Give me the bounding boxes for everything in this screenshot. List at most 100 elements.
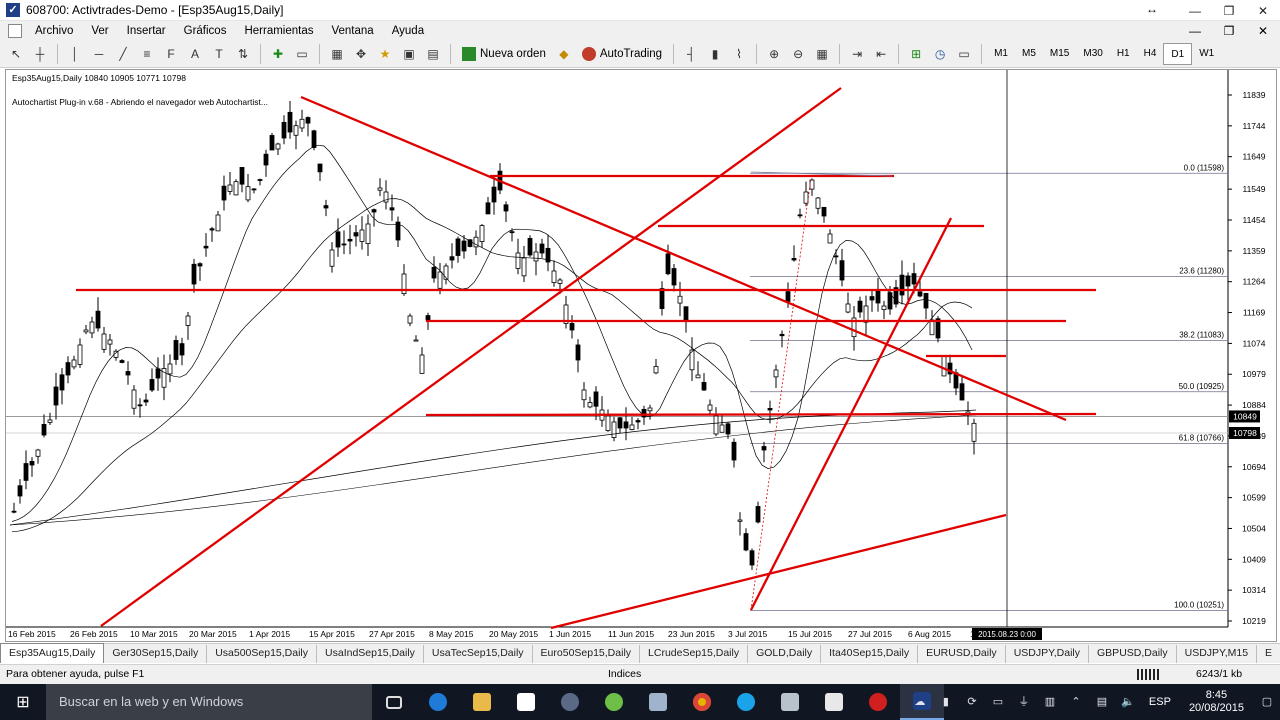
favorites-icon[interactable]: ★ xyxy=(374,43,396,65)
edge-icon[interactable] xyxy=(416,684,460,720)
timeframe-m1[interactable]: M1 xyxy=(987,43,1015,65)
record-icon[interactable] xyxy=(856,684,900,720)
action-center-icon[interactable]: ▢ xyxy=(1259,694,1275,710)
resize-arrows-icon[interactable]: ↔ xyxy=(1146,2,1158,16)
profiles-icon[interactable]: ▭ xyxy=(291,43,313,65)
timeframe-w1[interactable]: W1 xyxy=(1192,43,1221,65)
chart-tab[interactable]: GOLD,Daily xyxy=(748,645,822,663)
candle-body xyxy=(611,421,617,438)
sync-icon[interactable]: ⟳ xyxy=(964,694,980,710)
chart-tab[interactable]: EURUSD,Daily xyxy=(918,645,1006,663)
label-icon[interactable]: T xyxy=(208,43,230,65)
line-chart-icon[interactable]: ⌇ xyxy=(728,43,750,65)
maximize-button[interactable]: ❐ xyxy=(1212,0,1246,21)
candle-body xyxy=(263,153,269,166)
timeframe-m15[interactable]: M15 xyxy=(1043,43,1076,65)
trendline-icon[interactable]: ╱ xyxy=(112,43,134,65)
cursor-icon[interactable]: ↖ xyxy=(5,43,27,65)
search-input[interactable]: Buscar en la web y en Windows xyxy=(46,684,372,720)
calculator-icon[interactable] xyxy=(812,684,856,720)
auto-scroll-icon[interactable]: ⇥ xyxy=(846,43,868,65)
menu-herramientas[interactable]: Herramientas xyxy=(235,25,322,37)
chart-window[interactable]: 11839 11744 11649 11549 11454 11359 11264 11169… xyxy=(5,69,1277,642)
indicators-icon[interactable]: ⊞ xyxy=(905,43,927,65)
network-icon[interactable]: ▥ xyxy=(1042,694,1058,710)
periods-icon[interactable]: ◷ xyxy=(929,43,951,65)
chart-tab[interactable]: USDJPY,M15 xyxy=(1177,645,1258,663)
candle-body xyxy=(899,274,905,296)
chart-tab[interactable]: USDJPY,Daily xyxy=(1006,645,1090,663)
timeframe-m30[interactable]: M30 xyxy=(1076,43,1109,65)
terminal-icon[interactable]: ▣ xyxy=(398,43,420,65)
menu-ayuda[interactable]: Ayuda xyxy=(383,25,433,37)
task-view-icon[interactable] xyxy=(372,684,416,720)
chart-tab[interactable]: Ita40Sep15,Daily xyxy=(821,645,919,663)
channel-icon[interactable]: ≡ xyxy=(136,43,158,65)
chart-tab[interactable]: Euro50Sep15,Daily xyxy=(533,645,641,663)
crosshair-icon[interactable]: ┼ xyxy=(29,43,51,65)
volume-icon[interactable]: 🔈 xyxy=(1120,694,1136,710)
tester-icon[interactable]: ▤ xyxy=(422,43,444,65)
chart-tab[interactable]: UsaIndSep15,Daily xyxy=(317,645,424,663)
vpn-icon[interactable] xyxy=(548,684,592,720)
cloud-icon[interactable]: ☁ xyxy=(912,694,928,710)
templates-icon[interactable]: ▭ xyxy=(953,43,975,65)
bar-chart-icon[interactable]: ┤ xyxy=(680,43,702,65)
timeframe-h1[interactable]: H1 xyxy=(1110,43,1137,65)
xbox-icon[interactable] xyxy=(592,684,636,720)
chrome-icon[interactable] xyxy=(680,684,724,720)
store-icon[interactable] xyxy=(504,684,548,720)
close-button[interactable]: ✕ xyxy=(1246,0,1280,21)
arrows-icon[interactable]: ⇅ xyxy=(232,43,254,65)
metaeditor-icon[interactable]: ◆ xyxy=(553,43,575,65)
chart-tab[interactable]: Esp35Aug15,Daily xyxy=(0,643,105,663)
device-icon[interactable]: ▭ xyxy=(990,694,1006,710)
text-icon[interactable]: A xyxy=(184,43,206,65)
chart-tab[interactable]: Ger30Sep15,Daily xyxy=(104,645,208,663)
menu-archivo[interactable]: Archivo xyxy=(26,25,82,37)
document-icon[interactable] xyxy=(8,24,22,38)
language-indicator[interactable]: ESP xyxy=(1141,696,1179,708)
chart-minimize-button[interactable]: — xyxy=(1178,21,1212,41)
minimize-button[interactable]: — xyxy=(1178,0,1212,21)
chart-tab[interactable]: E xyxy=(1257,645,1280,663)
market-watch-icon[interactable]: ▦ xyxy=(326,43,348,65)
tile-windows-icon[interactable]: ▦ xyxy=(811,43,833,65)
chart-tray-icon[interactable]: ▮ xyxy=(938,694,954,710)
chart-tab[interactable]: GBPUSD,Daily xyxy=(1089,645,1177,663)
chart-close-button[interactable]: ✕ xyxy=(1246,21,1280,41)
candlestick-icon[interactable]: ▮ xyxy=(704,43,726,65)
menu-insertar[interactable]: Insertar xyxy=(118,25,175,37)
chevron-up-icon[interactable]: ⌃ xyxy=(1068,694,1084,710)
skype-icon[interactable] xyxy=(724,684,768,720)
zoom-in-icon[interactable]: ⊕ xyxy=(763,43,785,65)
notification-icon[interactable]: ▤ xyxy=(1094,694,1110,710)
windows-start-icon[interactable]: ⊞ xyxy=(0,684,46,720)
zoom-out-icon[interactable]: ⊖ xyxy=(787,43,809,65)
candle-body xyxy=(143,399,149,403)
timeframe-m5[interactable]: M5 xyxy=(1015,43,1043,65)
chart-tab[interactable]: Usa500Sep15,Daily xyxy=(207,645,318,663)
paint-icon[interactable] xyxy=(636,684,680,720)
tools-icon[interactable] xyxy=(768,684,812,720)
menu-graficos[interactable]: Gráficos xyxy=(175,25,236,37)
new-order-button[interactable]: Nueva orden xyxy=(456,43,552,65)
autotrading-button[interactable]: AutoTrading xyxy=(576,43,668,65)
navigator-icon[interactable]: ✥ xyxy=(350,43,372,65)
usb-icon[interactable]: ⏚ xyxy=(1016,694,1032,710)
timeframe-h4[interactable]: H4 xyxy=(1137,43,1164,65)
chart-restore-button[interactable]: ❐ xyxy=(1212,21,1246,41)
price-chart[interactable]: 11839 11744 11649 11549 11454 11359 11264 11169… xyxy=(6,70,1276,641)
chart-tab[interactable]: LCrudeSep15,Daily xyxy=(640,645,749,663)
file-explorer-icon[interactable] xyxy=(460,684,504,720)
clock[interactable]: 8:45 20/08/2015 xyxy=(1179,689,1254,715)
menu-ventana[interactable]: Ventana xyxy=(322,25,382,37)
chart-shift-icon[interactable]: ⇤ xyxy=(870,43,892,65)
vertical-line-icon[interactable]: │ xyxy=(64,43,86,65)
fibonacci-icon[interactable]: F xyxy=(160,43,182,65)
new-chart-icon[interactable]: ✚ xyxy=(267,43,289,65)
chart-tab[interactable]: UsaTecSep15,Daily xyxy=(424,645,533,663)
timeframe-d1[interactable]: D1 xyxy=(1163,43,1193,65)
menu-ver[interactable]: Ver xyxy=(82,25,117,37)
horizontal-line-icon[interactable]: ─ xyxy=(88,43,110,65)
